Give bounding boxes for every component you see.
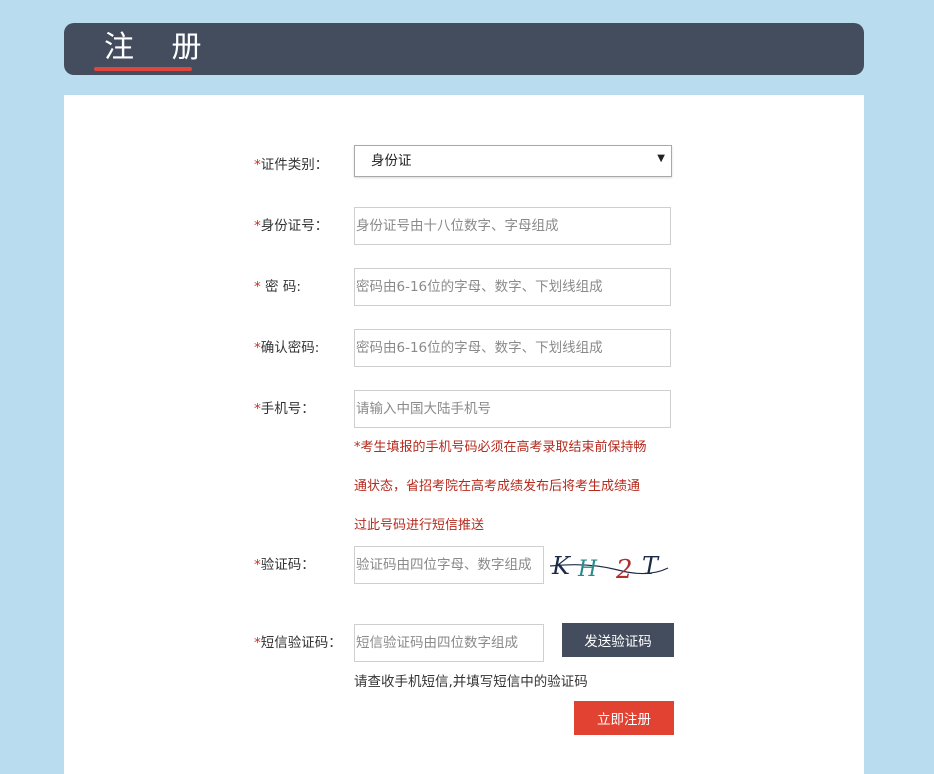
- sms-code-input[interactable]: [354, 624, 544, 662]
- password-label: * 密 码:: [254, 277, 301, 297]
- phone-label-text: 手机号：: [260, 401, 315, 417]
- password-input[interactable]: [354, 268, 671, 306]
- confirm-password-label-text: 确认密码:: [260, 340, 320, 356]
- phone-label: *手机号：: [254, 399, 315, 419]
- captcha-image[interactable]: K H 2 T: [548, 546, 670, 584]
- send-code-button[interactable]: 发送验证码: [562, 623, 674, 657]
- required-star: *: [254, 218, 261, 234]
- phone-notice-line: 过此号码进行短信推送: [354, 518, 485, 533]
- id-number-label: *身份证号：: [254, 216, 328, 236]
- captcha-label: *验证码：: [254, 555, 315, 575]
- required-star: *: [254, 557, 261, 573]
- page-title: 注 册: [104, 30, 216, 65]
- id-type-label-text: 证件类别：: [260, 157, 329, 173]
- required-star: *: [254, 340, 261, 356]
- phone-input[interactable]: [354, 390, 671, 428]
- captcha-char: H: [577, 557, 598, 582]
- required-star: *: [254, 279, 261, 295]
- captcha-label-text: 验证码：: [260, 557, 315, 573]
- page-header: 注 册: [64, 23, 864, 75]
- sms-code-label: *短信验证码：: [254, 633, 342, 653]
- id-number-label-text: 身份证号：: [260, 218, 329, 234]
- required-star: *: [254, 401, 261, 417]
- password-label-text: 密 码:: [260, 279, 301, 295]
- phone-notice-line: 通状态，省招考院在高考成绩发布后将考生成绩通: [354, 479, 641, 494]
- required-star: *: [254, 635, 261, 651]
- confirm-password-input[interactable]: [354, 329, 671, 367]
- captcha-input[interactable]: [354, 546, 544, 584]
- phone-notice-line: *考生填报的手机号码必须在高考录取结束前保持畅: [354, 440, 647, 455]
- id-type-select[interactable]: 身份证 ▼: [354, 145, 672, 177]
- sms-code-hint: 请查收手机短信,并填写短信中的验证码: [354, 674, 588, 690]
- title-underline: [94, 67, 192, 71]
- required-star: *: [254, 157, 261, 173]
- captcha-char: 2: [615, 555, 633, 584]
- register-button[interactable]: 立即注册: [574, 701, 674, 735]
- captcha-char: K: [551, 552, 572, 580]
- confirm-password-label: *确认密码:: [254, 338, 319, 358]
- id-type-label: *证件类别：: [254, 155, 328, 175]
- id-type-selected-value: 身份证: [371, 153, 412, 169]
- id-number-input[interactable]: [354, 207, 671, 245]
- sms-code-label-text: 短信验证码：: [260, 635, 342, 651]
- caret-down-icon: ▼: [657, 153, 665, 164]
- captcha-char: T: [642, 552, 660, 580]
